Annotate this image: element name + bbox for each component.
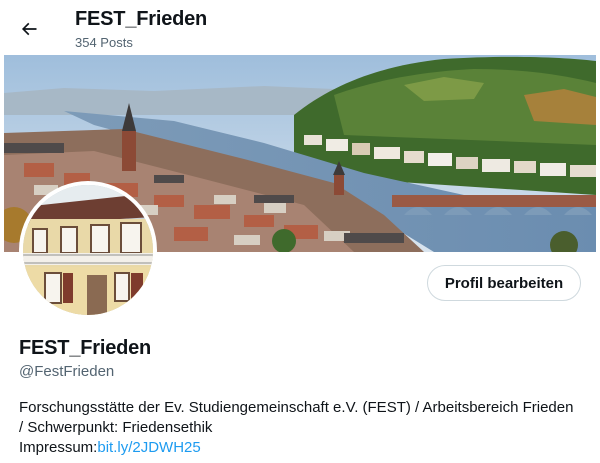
avatar-image: [23, 185, 153, 315]
bio-line-2: / Schwerpunkt: Friedensethik: [19, 419, 213, 436]
header-title: FEST_Frieden: [75, 8, 208, 30]
impressum-label: Impressum:: [19, 439, 98, 456]
profile-header-bar: FEST_Frieden 354 Posts: [0, 0, 600, 55]
display-name: FEST_Frieden: [19, 337, 152, 359]
building-photo-icon: [23, 185, 153, 315]
impressum-link[interactable]: bit.ly/2JDWH25: [97, 439, 200, 456]
bio-line-3: Impressum:bit.ly/2JDWH25: [19, 438, 589, 458]
profile-avatar[interactable]: [19, 181, 157, 319]
edit-profile-button[interactable]: Profil bearbeiten: [427, 265, 581, 301]
bio-line-1: Forschungsstätte der Ev. Studiengemeinsc…: [19, 399, 574, 416]
user-handle: @FestFrieden: [19, 363, 115, 380]
back-button[interactable]: [12, 12, 46, 46]
header-title-block: FEST_Frieden 354 Posts: [75, 7, 207, 52]
profile-bio: Forschungsstätte der Ev. Studiengemeinsc…: [19, 398, 589, 458]
arrow-left-icon: [21, 22, 37, 36]
posts-count: 354 Posts: [75, 35, 133, 50]
